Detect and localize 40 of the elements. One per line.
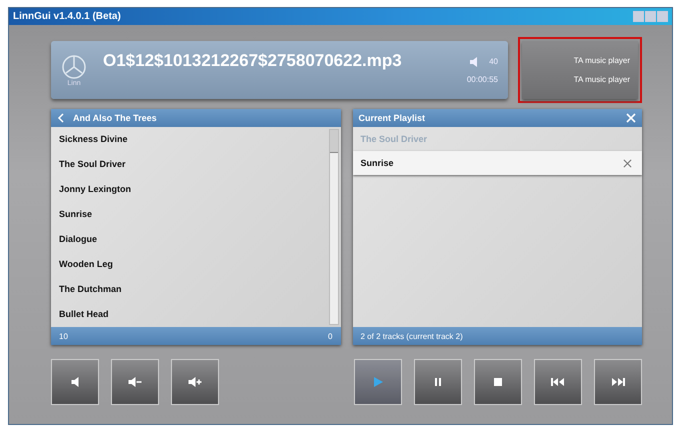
pause-button[interactable]	[414, 359, 462, 405]
panel-title: Current Playlist	[358, 113, 426, 123]
scrollbar[interactable]	[328, 129, 338, 325]
next-button[interactable]	[594, 359, 642, 405]
prev-button[interactable]	[534, 359, 582, 405]
speaker-icon	[128, 377, 142, 387]
window-title: LinnGui v1.4.0.1 (Beta)	[13, 11, 121, 22]
disc-icon	[61, 54, 87, 80]
volume-up-button[interactable]	[171, 359, 219, 405]
volume-level: 40	[489, 57, 498, 66]
track-item[interactable]: Jonny Lexington	[51, 177, 326, 202]
panel-title: And Also The Trees	[73, 113, 158, 123]
track-count: 10	[59, 332, 68, 340]
player-name: TA music player	[574, 75, 630, 84]
prev-icon	[550, 375, 566, 389]
track-item[interactable]: Dialogue	[51, 227, 326, 252]
track-item[interactable]: Sunrise	[51, 202, 326, 227]
back-icon	[57, 113, 65, 123]
volume-down-button[interactable]	[111, 359, 159, 405]
track-item[interactable]: Sickness Divine	[51, 127, 326, 152]
back-button[interactable]	[57, 113, 65, 123]
track-item[interactable]: Wooden Leg	[51, 252, 326, 277]
track-item[interactable]: The Soul Driver	[51, 152, 326, 177]
stop-button[interactable]	[474, 359, 522, 405]
speaker-icon	[188, 377, 202, 387]
track-item[interactable]: Bullet Head	[51, 302, 326, 327]
remove-icon[interactable]	[623, 158, 632, 168]
playlist-item[interactable]: Sunrise	[352, 151, 642, 175]
track-time: 00:00:55	[466, 74, 498, 84]
player-name: TA music player	[574, 56, 630, 65]
mute-button[interactable]	[51, 359, 99, 405]
play-button[interactable]	[354, 359, 402, 405]
scroll-thumb[interactable]	[330, 130, 338, 153]
close-icon[interactable]	[626, 113, 636, 123]
playlist-status: 2 of 2 tracks (current track 2)	[360, 332, 463, 340]
player-selector[interactable]: TA music player TA music player	[522, 41, 638, 99]
next-icon	[610, 375, 626, 389]
page-number: 0	[328, 332, 332, 340]
track-title: O1$12$1013212267$2758070622.mp3	[103, 51, 403, 71]
track-item[interactable]: The Dutchman	[51, 277, 326, 302]
